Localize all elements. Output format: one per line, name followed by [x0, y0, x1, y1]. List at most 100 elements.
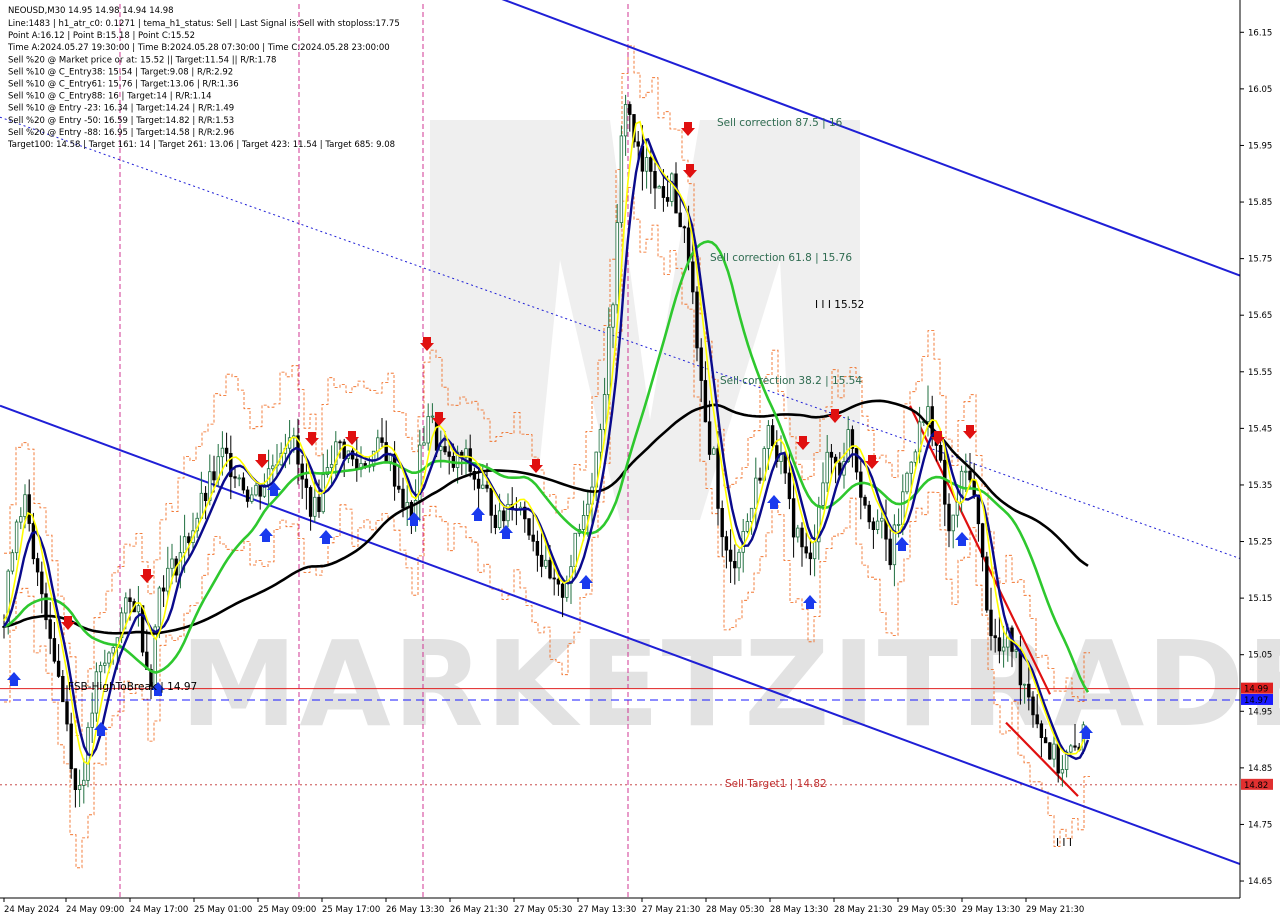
- candle-body: [691, 261, 695, 293]
- x-tick-label: 25 May 17:00: [322, 905, 380, 915]
- candle-body: [581, 515, 586, 530]
- candle-body: [863, 496, 867, 506]
- y-tick-label: 15.25: [1248, 538, 1272, 548]
- annotation-label: Sell Target1 | 14.82: [725, 778, 827, 790]
- candle-body: [111, 647, 115, 654]
- info-line: Sell %20 @ Market price or at: 15.52 || …: [8, 55, 276, 65]
- candle-body: [308, 487, 313, 517]
- candle-body: [90, 712, 94, 728]
- candle-body: [707, 421, 712, 455]
- candle-body: [481, 484, 485, 489]
- candle-body: [224, 447, 229, 454]
- candle-body: [237, 477, 241, 480]
- info-line: Sell %10 @ C_Entry88: 16 | Target:14 | R…: [8, 92, 212, 102]
- candle-body: [535, 541, 540, 556]
- candle-body: [1022, 683, 1027, 686]
- y-tick-label: 14.95: [1248, 707, 1272, 717]
- candle-body: [56, 660, 61, 677]
- x-tick-label: 29 May 05:30: [898, 905, 956, 915]
- candle-body: [733, 561, 737, 569]
- candle-body: [1043, 737, 1048, 744]
- candle-body: [157, 587, 162, 628]
- candle-body: [497, 510, 502, 528]
- candle-body: [1056, 743, 1060, 774]
- candle-body: [527, 518, 531, 536]
- candle-body: [182, 536, 187, 554]
- candle-body: [241, 477, 246, 491]
- y-tick-label: 14.85: [1248, 764, 1272, 774]
- candle-body: [77, 785, 82, 791]
- candle-body: [989, 609, 993, 637]
- candle-body: [476, 478, 481, 489]
- candle-body: [871, 521, 876, 530]
- candle-body: [565, 583, 569, 598]
- y-tick-label: 15.05: [1248, 651, 1272, 661]
- candle-body: [766, 425, 771, 449]
- candle-body: [829, 451, 834, 458]
- candle-body: [623, 104, 628, 137]
- x-tick-label: 24 May 17:00: [130, 905, 188, 915]
- candle-body: [909, 461, 913, 474]
- candle-body: [300, 463, 304, 480]
- candle-body: [1073, 745, 1077, 748]
- candle-body: [376, 437, 380, 452]
- candle-body: [161, 587, 166, 592]
- x-tick-label: 28 May 05:30: [706, 905, 764, 915]
- x-tick-label: 27 May 05:30: [514, 905, 572, 915]
- chart-container: MARKETZITRADE Sell correction 87.5 | 16 S…: [0, 0, 1280, 920]
- candle-body: [1052, 743, 1056, 760]
- x-tick-label: 24 May 09:00: [66, 905, 124, 915]
- candle-body: [1048, 742, 1052, 760]
- candle-body: [888, 538, 892, 566]
- candle-body: [716, 448, 720, 509]
- candle-body: [955, 501, 960, 516]
- candle-body: [40, 571, 44, 595]
- candle-body: [825, 451, 829, 484]
- candle-body: [19, 516, 23, 523]
- candle-body: [14, 521, 19, 554]
- candle-body: [951, 514, 955, 532]
- annotation-label: Sell correction 38.2 | 15.54: [720, 375, 862, 387]
- candle-body: [586, 503, 590, 516]
- candle-body: [644, 157, 649, 172]
- candle-body: [35, 558, 40, 573]
- watermark-text: MARKETZITRADE: [180, 615, 1280, 753]
- candle-body: [770, 425, 775, 447]
- candle-body: [103, 662, 107, 666]
- candle-body: [615, 222, 619, 306]
- candle-body: [938, 444, 943, 461]
- candle-body: [665, 197, 670, 202]
- annotation-label: I I I: [1056, 837, 1072, 849]
- candle-body: [69, 723, 73, 770]
- candle-body: [220, 447, 225, 458]
- info-line: Line:1483 | h1_atr_c0: 0.1271 | tema_h1_…: [8, 19, 400, 29]
- candle-body: [754, 477, 758, 509]
- y-tick-label: 15.95: [1248, 141, 1272, 151]
- candle-body: [1027, 683, 1031, 698]
- x-tick-label: 24 May 2024: [4, 905, 59, 915]
- candle-body: [233, 476, 237, 479]
- candle-body: [443, 446, 447, 453]
- candle-body: [619, 135, 624, 223]
- candle-body: [804, 546, 808, 554]
- y-tick-label: 15.55: [1248, 368, 1272, 378]
- candle-body: [544, 559, 548, 567]
- candle-body: [997, 637, 1002, 652]
- candle-body: [670, 173, 674, 202]
- candle-body: [880, 517, 884, 522]
- y-tick-label: 16.05: [1248, 85, 1272, 95]
- candle-body: [426, 416, 430, 444]
- candle-body: [342, 441, 346, 460]
- candle-body: [678, 212, 682, 228]
- candle-body: [964, 470, 968, 473]
- candle-body: [796, 527, 800, 538]
- candle-body: [539, 554, 544, 567]
- candle-body: [628, 104, 632, 115]
- candle-body: [258, 484, 262, 497]
- info-line: Time A:2024.05.27 19:30:00 | Time B:2024…: [7, 43, 390, 53]
- candle-body: [493, 514, 498, 528]
- y-tick-label: 16.15: [1248, 28, 1272, 38]
- candle-body: [397, 485, 401, 490]
- candle-body: [48, 619, 52, 639]
- x-tick-label: 26 May 21:30: [450, 905, 508, 915]
